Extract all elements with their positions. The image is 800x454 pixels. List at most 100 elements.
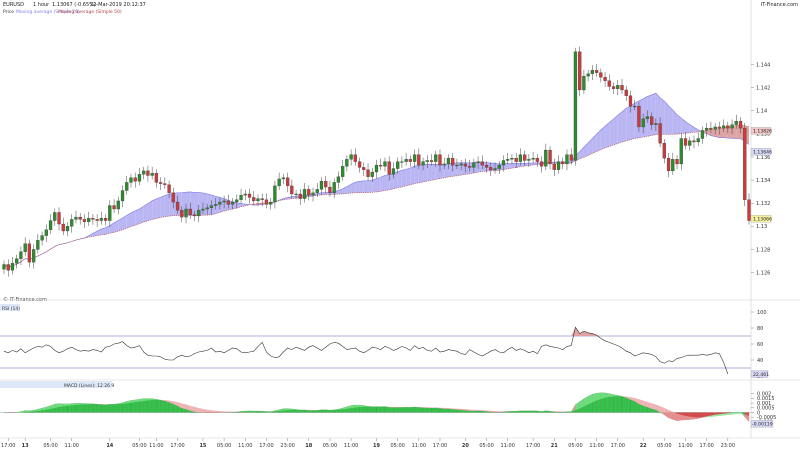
- macd-histogram-segment: [266, 412, 270, 413]
- candle-body: [671, 159, 674, 171]
- time-tick-label: 17:00: [611, 443, 625, 449]
- candle-body: [688, 141, 691, 146]
- candle-body: [49, 221, 52, 230]
- candle-body: [422, 162, 425, 165]
- macd-histogram-segment: [406, 407, 410, 412]
- rsi-tick-label: 40: [757, 358, 763, 364]
- candle-body: [743, 128, 746, 200]
- candle-body: [650, 117, 653, 125]
- time-tick-label: 17:00: [526, 443, 540, 449]
- candle-body: [223, 201, 226, 202]
- macd-histogram-segment: [453, 409, 457, 412]
- candle-body: [341, 166, 344, 176]
- ma-cloud-segment: [148, 201, 152, 221]
- candle-body: [83, 219, 86, 221]
- candle-body: [278, 179, 281, 186]
- candle-body: [544, 150, 547, 166]
- candle-body: [684, 139, 687, 146]
- candle-body: [498, 165, 501, 168]
- ma-cloud-segment: [605, 122, 609, 147]
- candle-body: [502, 160, 505, 165]
- time-tick-label: 11:00: [344, 443, 358, 449]
- candle-body: [15, 259, 18, 264]
- macd-histogram-segment: [93, 404, 97, 413]
- ma-cloud-segment: [364, 181, 368, 193]
- candle-body: [210, 206, 213, 208]
- time-tick-label: 05:00: [323, 443, 337, 449]
- macd-histogram-segment: [622, 396, 626, 412]
- time-tick-label: 11:00: [678, 443, 692, 449]
- candle-body: [100, 218, 103, 220]
- candle-body: [494, 169, 497, 170]
- candle-body: [561, 162, 564, 164]
- candle-body: [566, 155, 569, 164]
- candle-body: [697, 139, 700, 142]
- candle-body: [117, 201, 120, 209]
- macd-histogram-segment: [393, 407, 397, 412]
- candle-body: [477, 162, 480, 163]
- candle-body: [108, 206, 111, 221]
- candle-body: [676, 159, 679, 164]
- price-tick-label: 1.136: [756, 155, 770, 161]
- candle-body: [612, 87, 615, 89]
- macd-histogram-segment: [474, 411, 478, 413]
- candle-body: [345, 159, 348, 166]
- candle-body: [312, 193, 315, 195]
- candle-body: [176, 202, 179, 210]
- macd-histogram-segment: [372, 407, 376, 413]
- candle-body: [705, 128, 708, 130]
- candle-body: [231, 202, 234, 204]
- candle-body: [460, 164, 463, 165]
- candle-body: [265, 200, 268, 205]
- macd-histogram-segment: [110, 404, 114, 412]
- ma-cloud-segment: [419, 164, 423, 182]
- macd-histogram-segment: [614, 395, 618, 413]
- ma-cloud-segment: [432, 164, 436, 180]
- candle-body: [113, 206, 116, 209]
- ma-cloud-segment: [652, 93, 656, 135]
- macd-histogram-segment: [321, 410, 325, 413]
- rsi-tick-label: 60: [757, 342, 763, 348]
- time-tick-label: 05:00: [217, 443, 231, 449]
- candle-body: [130, 178, 133, 183]
- candle-body: [616, 85, 619, 88]
- candle-body: [659, 123, 662, 143]
- candle-body: [256, 199, 259, 201]
- candle-body: [62, 224, 65, 231]
- candle-body: [739, 121, 742, 128]
- macd-histogram-segment: [436, 408, 440, 413]
- candle-body: [180, 210, 183, 217]
- candle-body: [726, 126, 729, 128]
- candle-body: [197, 210, 200, 216]
- candle-body: [121, 191, 124, 201]
- candle-body: [32, 249, 35, 262]
- macd-histogram-segment: [389, 407, 393, 412]
- ma-cloud-segment: [368, 180, 372, 192]
- ma-cloud-segment: [618, 112, 622, 144]
- candle-body: [41, 236, 44, 241]
- candle-body: [248, 194, 251, 197]
- macd-histogram-segment: [368, 406, 372, 412]
- macd-histogram-segment: [448, 409, 452, 413]
- time-tick-label: 22: [640, 443, 647, 449]
- candle-body: [510, 158, 513, 159]
- candle-body: [358, 162, 361, 168]
- candle-body: [578, 52, 581, 90]
- candle-body: [642, 119, 645, 127]
- candle-body: [417, 155, 420, 165]
- macd-histogram-segment: [330, 410, 334, 413]
- ma-cloud-segment: [381, 175, 385, 191]
- candle-body: [379, 165, 382, 166]
- candle-body: [273, 186, 276, 202]
- ma-cloud-segment: [402, 169, 406, 187]
- ma-cloud-segment: [220, 197, 224, 212]
- candle-body: [731, 125, 734, 128]
- time-tick-label: 21: [551, 443, 558, 449]
- macd-histogram-segment: [415, 407, 419, 413]
- candle-body: [536, 158, 539, 161]
- candle-body: [443, 164, 446, 165]
- header-brand: IT-Finance.com: [761, 2, 798, 8]
- candle-body: [654, 123, 657, 124]
- candle-body: [557, 162, 560, 170]
- candle-body: [24, 244, 27, 252]
